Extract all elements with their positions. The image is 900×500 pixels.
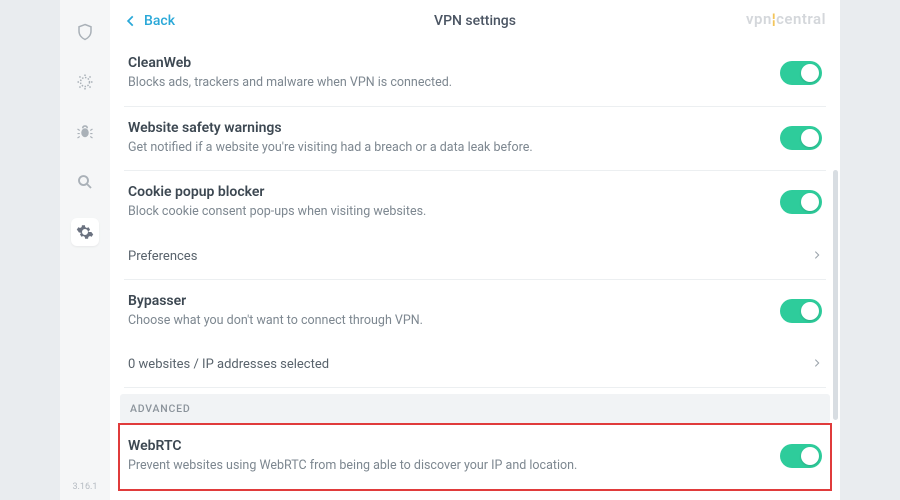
setting-title: WebRTC [128, 438, 768, 454]
toggle-webrtc[interactable] [780, 444, 822, 468]
setting-title: Cookie popup blocker [128, 184, 768, 200]
sidebar: 3.16.1 [60, 0, 110, 500]
setting-desc: Choose what you don't want to connect th… [128, 312, 768, 330]
setting-title: Bypasser [128, 293, 768, 309]
setting-desc: Prevent websites using WebRTC from being… [128, 457, 768, 475]
subrow-label: 0 websites / IP addresses selected [128, 357, 329, 372]
sidebar-shield-icon[interactable] [71, 18, 99, 46]
setting-desc: Block cookie consent pop-ups when visiti… [128, 203, 768, 221]
sidebar-bug-outline-icon[interactable] [71, 68, 99, 96]
toggle-cookie[interactable] [780, 190, 822, 214]
toggle-cleanweb[interactable] [780, 61, 822, 85]
settings-content: CleanWeb Blocks ads, trackers and malwar… [110, 42, 840, 500]
brand-watermark: vpn¦central [746, 10, 826, 28]
bypasser-list-row[interactable]: 0 websites / IP addresses selected [124, 343, 826, 388]
cookie-preferences-row[interactable]: Preferences [124, 235, 826, 280]
sidebar-gear-icon[interactable] [71, 218, 99, 246]
setting-cleanweb: CleanWeb Blocks ads, trackers and malwar… [124, 42, 826, 107]
subrow-label: Preferences [128, 249, 197, 264]
chevron-right-icon [812, 247, 822, 266]
version-label: 3.16.1 [60, 482, 110, 492]
advanced-section-header: ADVANCED [120, 394, 830, 423]
scrollbar[interactable] [833, 170, 838, 420]
sidebar-search-icon[interactable] [71, 168, 99, 196]
setting-bypasser: Bypasser Choose what you don't want to c… [124, 280, 826, 344]
setting-safety: Website safety warnings Get notified if … [124, 107, 826, 172]
header: Back VPN settings vpn¦central [110, 0, 840, 42]
setting-title: CleanWeb [128, 55, 768, 71]
setting-webrtc: WebRTC Prevent websites using WebRTC fro… [124, 425, 826, 489]
chevron-right-icon [812, 355, 822, 374]
setting-cookie: Cookie popup blocker Block cookie consen… [124, 171, 826, 235]
brand-prefix: vpn [746, 10, 772, 28]
toggle-bypasser[interactable] [780, 299, 822, 323]
highlighted-region: WebRTC Prevent websites using WebRTC fro… [118, 423, 832, 491]
setting-desc: Blocks ads, trackers and malware when VP… [128, 74, 768, 92]
back-button[interactable]: Back [124, 13, 175, 29]
main-panel: Back VPN settings vpn¦central CleanWeb B… [110, 0, 840, 500]
back-label: Back [144, 13, 175, 29]
setting-title: Website safety warnings [128, 120, 768, 136]
app-frame: 3.16.1 Back VPN settings vpn¦central Cle… [60, 0, 840, 500]
toggle-safety[interactable] [780, 126, 822, 150]
sidebar-bug-filled-icon[interactable] [71, 118, 99, 146]
setting-desc: Get notified if a website you're visitin… [128, 139, 768, 157]
page-title: VPN settings [110, 13, 840, 29]
brand-suffix: central [776, 10, 826, 28]
